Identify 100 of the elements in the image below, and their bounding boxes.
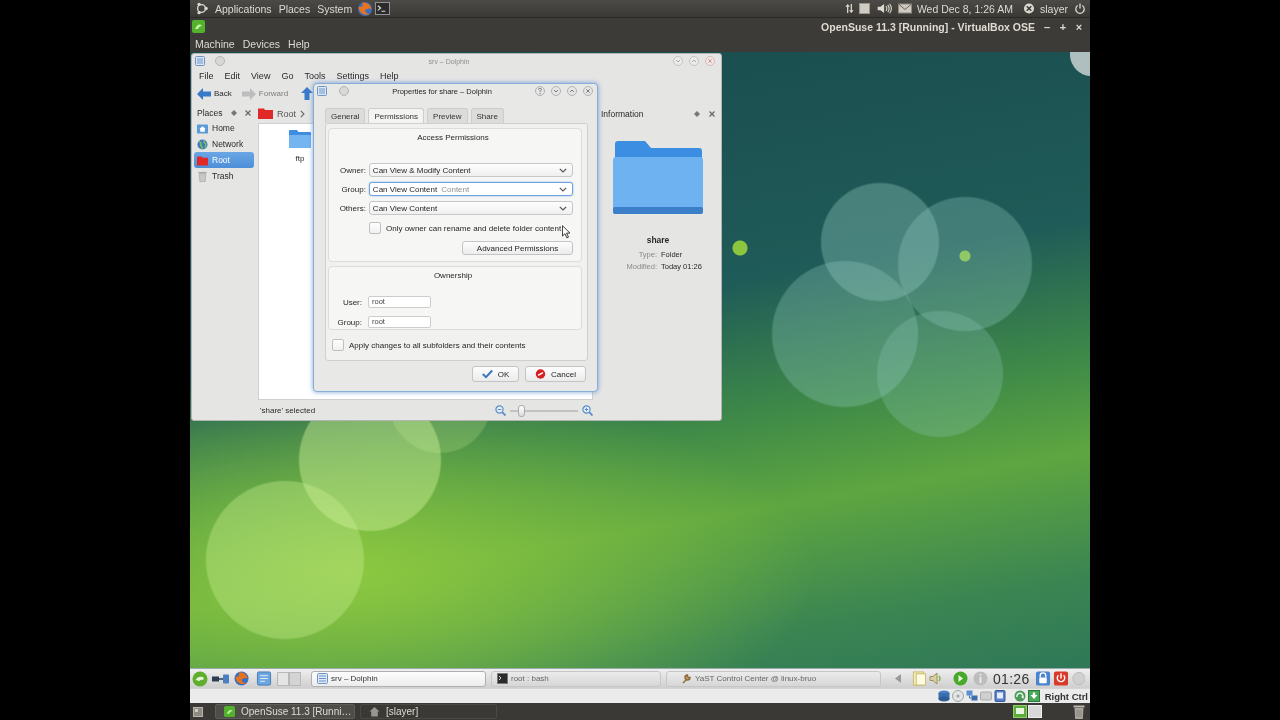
window-list-button[interactable]: OpenSuse 11.3 [Runni… xyxy=(215,704,355,719)
field-label: Group: xyxy=(340,184,366,194)
menu-item[interactable]: Help xyxy=(379,70,399,81)
menu-item[interactable]: Settings xyxy=(336,70,369,81)
group-title: Ownership xyxy=(433,270,473,281)
tab[interactable]: Preview xyxy=(427,108,468,123)
network-icon[interactable] xyxy=(965,690,978,702)
power-icon[interactable] xyxy=(1074,3,1086,14)
help-icon[interactable] xyxy=(535,86,545,96)
chevron-right-icon[interactable] xyxy=(300,109,305,118)
app-icon[interactable] xyxy=(192,20,205,33)
app-icon xyxy=(224,706,235,717)
advanced-permissions-button[interactable]: Advanced Permissions xyxy=(462,241,573,255)
lock-icon[interactable] xyxy=(1034,671,1051,686)
menu-item[interactable]: Go xyxy=(281,70,294,81)
cancel-button[interactable]: Cancel xyxy=(525,366,586,382)
power-icon[interactable] xyxy=(1052,671,1069,686)
panel-menu[interactable]: Applications xyxy=(215,2,272,15)
close-icon[interactable] xyxy=(244,110,251,116)
display-icon[interactable] xyxy=(993,690,1006,702)
tab[interactable]: Permissions xyxy=(368,108,425,123)
places-item[interactable]: Network xyxy=(194,136,254,152)
window-menu-icon[interactable] xyxy=(195,56,205,66)
show-desktop-icon[interactable] xyxy=(193,706,203,717)
permission-dropdown[interactable]: Can View Content Content xyxy=(368,182,573,196)
user-name[interactable]: slayer xyxy=(1040,2,1068,15)
close-icon[interactable] xyxy=(705,56,715,66)
panel-clock[interactable]: 01:26 xyxy=(993,670,1030,687)
wrench-icon xyxy=(681,673,692,684)
minimize-button[interactable]: – xyxy=(1039,19,1055,34)
folder-icon xyxy=(258,108,273,119)
menu-item[interactable]: View xyxy=(251,70,271,81)
close-icon[interactable] xyxy=(583,86,593,96)
diamond-icon[interactable] xyxy=(694,110,700,117)
menu-item[interactable]: File xyxy=(199,70,214,81)
panel-clock[interactable]: Wed Dec 8, 1:26 AM xyxy=(916,2,1013,15)
maximize-icon[interactable] xyxy=(567,86,577,96)
home-folder-icon xyxy=(197,122,208,134)
down-arrow-icon[interactable] xyxy=(1027,690,1040,702)
menu-item[interactable]: Help xyxy=(288,37,310,50)
file-name[interactable]: ftp xyxy=(295,154,305,163)
checkbox-label[interactable]: Only owner can rename and delete folder content xyxy=(386,223,562,233)
envelope-icon[interactable] xyxy=(897,3,912,14)
window-menu-icon[interactable] xyxy=(317,86,327,96)
zoom-out-icon[interactable] xyxy=(495,405,506,416)
maximize-icon[interactable] xyxy=(689,56,699,66)
notes-icon[interactable] xyxy=(912,671,927,686)
x-circle-icon[interactable] xyxy=(1023,3,1035,14)
zoom-in-icon[interactable] xyxy=(582,405,593,416)
minimize-icon[interactable] xyxy=(551,86,561,96)
task-button[interactable]: root : bash xyxy=(491,670,661,687)
permission-dropdown[interactable]: Can View Content xyxy=(368,201,573,215)
chevron-down-icon xyxy=(559,167,567,173)
arrow-left-icon[interactable] xyxy=(894,671,902,686)
task-button[interactable]: YaST Control Center @ linux-bruo xyxy=(666,670,881,687)
terminal-icon[interactable] xyxy=(375,2,391,15)
globe-icon[interactable] xyxy=(357,0,374,17)
panel-menu[interactable]: System xyxy=(317,2,353,15)
folder-icon[interactable] xyxy=(289,130,311,148)
maximize-button[interactable]: + xyxy=(1055,19,1071,34)
arrow-left-icon xyxy=(197,87,211,100)
house-icon xyxy=(369,706,380,717)
close-button[interactable]: × xyxy=(1071,19,1087,34)
menu-item[interactable]: Machine xyxy=(195,37,235,50)
back-button[interactable]: Back xyxy=(197,87,232,100)
checkbox-label[interactable]: Apply changes to all subfolders and their contents xyxy=(349,340,526,350)
places-item[interactable]: Home xyxy=(194,120,254,136)
slider-thumb[interactable] xyxy=(517,404,525,417)
toolbox-icon[interactable] xyxy=(1068,52,1090,76)
task-button[interactable]: srv – Dolphin xyxy=(311,670,486,687)
menu-item[interactable]: Tools xyxy=(304,70,326,81)
trash-icon[interactable] xyxy=(1073,704,1085,719)
permission-dropdown[interactable]: Can View & Modify Content xyxy=(368,163,573,177)
close-icon[interactable] xyxy=(709,110,715,117)
ok-button[interactable]: OK xyxy=(472,366,519,382)
logo-icon[interactable] xyxy=(195,2,208,15)
places-item[interactable]: Trash xyxy=(194,168,254,184)
square-indicator-icon[interactable] xyxy=(858,3,870,14)
tab[interactable]: General xyxy=(325,108,366,123)
check-icon xyxy=(481,369,493,379)
menu-item[interactable]: Edit xyxy=(224,70,241,81)
checkbox[interactable] xyxy=(369,222,381,234)
terminal-icon xyxy=(497,673,508,684)
diamond-icon[interactable] xyxy=(230,110,237,116)
arrow-up-icon[interactable] xyxy=(301,87,314,100)
panel-title: Places xyxy=(197,108,223,118)
breadcrumb-link[interactable]: Root xyxy=(277,108,296,119)
minimize-icon[interactable] xyxy=(673,56,683,66)
checkbox[interactable] xyxy=(332,339,344,351)
tab[interactable]: Share xyxy=(470,108,504,123)
globe-icon[interactable] xyxy=(233,671,250,686)
menu-item[interactable]: Devices xyxy=(242,37,281,50)
panel-menu[interactable]: Places xyxy=(278,2,311,15)
up-down-arrows-icon[interactable] xyxy=(844,3,854,14)
play-icon[interactable] xyxy=(953,671,968,686)
speaker-icon[interactable] xyxy=(876,3,893,14)
workspace-switcher-icon[interactable] xyxy=(1013,705,1043,718)
window-list-button[interactable]: [slayer] xyxy=(360,704,497,719)
circular-arrow-icon[interactable] xyxy=(1013,690,1026,702)
document-icon[interactable] xyxy=(256,671,272,686)
